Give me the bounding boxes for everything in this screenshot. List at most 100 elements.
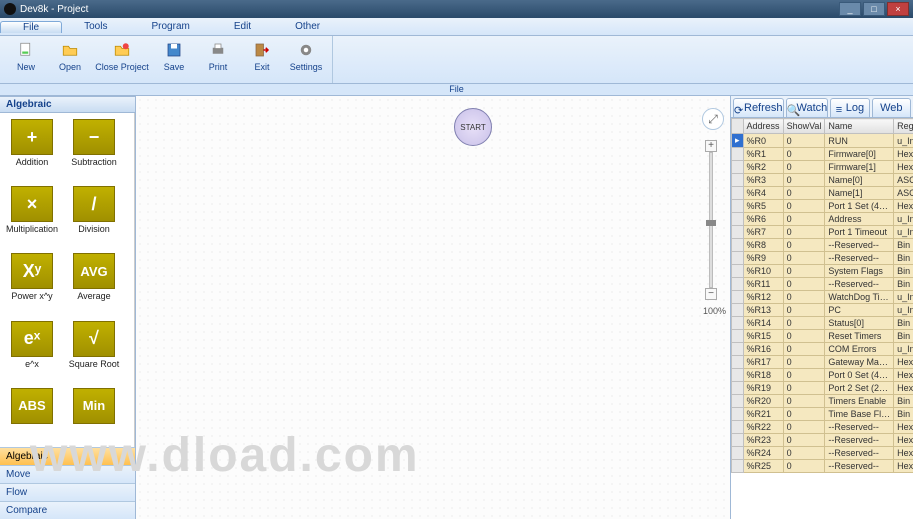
table-row[interactable]: %R40Name[1]ASCII <box>732 187 913 200</box>
cell-showval[interactable]: 0 <box>783 382 825 395</box>
cell-address[interactable]: %R19 <box>743 382 783 395</box>
cell-name[interactable]: --Reserved-- <box>825 421 894 434</box>
cell-name[interactable]: Port 2 Set (2… <box>825 382 894 395</box>
tab-watch[interactable]: 🔍Watch <box>786 98 829 117</box>
menu-file[interactable]: File <box>0 21 62 33</box>
save-button[interactable]: Save <box>152 38 196 81</box>
zoom-in-button[interactable]: + <box>705 140 717 152</box>
close-button[interactable]: × <box>887 2 909 16</box>
cell-address[interactable]: %R17 <box>743 356 783 369</box>
cell-name[interactable]: Firmware[0] <box>825 148 894 161</box>
cell-regtype[interactable]: u_Int <box>894 304 913 317</box>
cell-name[interactable]: Port 0 Set (4… <box>825 369 894 382</box>
cell-showval[interactable]: 0 <box>783 343 825 356</box>
print-button[interactable]: Print <box>196 38 240 81</box>
cell-regtype[interactable]: Bin <box>894 278 913 291</box>
cell-name[interactable]: --Reserved-- <box>825 434 894 447</box>
cell-name[interactable]: Port 1 Set (4… <box>825 200 894 213</box>
cell-regtype[interactable]: Hex <box>894 460 913 473</box>
cell-showval[interactable]: 0 <box>783 434 825 447</box>
cell-name[interactable]: Gateway Ma… <box>825 356 894 369</box>
cell-name[interactable]: --Reserved-- <box>825 447 894 460</box>
cell-showval[interactable]: 0 <box>783 187 825 200</box>
cell-name[interactable]: Address <box>825 213 894 226</box>
cell-address[interactable]: %R2 <box>743 161 783 174</box>
cell-showval[interactable]: 0 <box>783 226 825 239</box>
cell-regtype[interactable]: Hex <box>894 369 913 382</box>
table-row[interactable]: %R50Port 1 Set (4…Hex <box>732 200 913 213</box>
cell-regtype[interactable]: ASCII <box>894 187 913 200</box>
cell-showval[interactable]: 0 <box>783 460 825 473</box>
table-row[interactable]: %R120WatchDog Ti…u_Int <box>732 291 913 304</box>
cell-name[interactable]: Timers Enable <box>825 395 894 408</box>
cell-address[interactable]: %R5 <box>743 200 783 213</box>
table-row[interactable]: %R80--Reserved--Bin <box>732 239 913 252</box>
cell-address[interactable]: %R8 <box>743 239 783 252</box>
cell-name[interactable]: RUN <box>825 134 894 148</box>
cell-regtype[interactable]: u_Int <box>894 291 913 304</box>
category-item[interactable]: Compare <box>0 501 135 519</box>
cell-regtype[interactable]: ASCII <box>894 174 913 187</box>
cell-address[interactable]: %R18 <box>743 369 783 382</box>
table-row[interactable]: %R170Gateway Ma…Hex <box>732 356 913 369</box>
cell-address[interactable]: %R20 <box>743 395 783 408</box>
cell-address[interactable]: %R22 <box>743 421 783 434</box>
cell-showval[interactable]: 0 <box>783 239 825 252</box>
cell-showval[interactable]: 0 <box>783 304 825 317</box>
cell-name[interactable]: --Reserved-- <box>825 252 894 265</box>
cell-showval[interactable]: 0 <box>783 200 825 213</box>
palette-item[interactable]: eˣe^x <box>2 321 62 384</box>
cell-showval[interactable]: 0 <box>783 148 825 161</box>
category-item[interactable]: Flow <box>0 483 135 501</box>
cell-address[interactable]: %R24 <box>743 447 783 460</box>
cell-address[interactable]: %R14 <box>743 317 783 330</box>
cell-address[interactable]: %R4 <box>743 187 783 200</box>
zoom-out-button[interactable]: − <box>705 288 717 300</box>
menu-program[interactable]: Program <box>129 21 211 32</box>
cell-showval[interactable]: 0 <box>783 356 825 369</box>
cell-regtype[interactable]: Bin <box>894 395 913 408</box>
cell-address[interactable]: %R9 <box>743 252 783 265</box>
cell-regtype[interactable]: u_Int <box>894 134 913 148</box>
cell-regtype[interactable]: Bin <box>894 330 913 343</box>
cell-regtype[interactable]: Hex <box>894 447 913 460</box>
table-row[interactable]: %R130PCu_Int <box>732 304 913 317</box>
cell-regtype[interactable]: Hex <box>894 434 913 447</box>
cell-address[interactable]: %R23 <box>743 434 783 447</box>
cell-address[interactable]: %R7 <box>743 226 783 239</box>
table-row[interactable]: %R140Status[0]Bin <box>732 317 913 330</box>
fit-view-button[interactable]: ⤢ <box>702 108 724 130</box>
cell-showval[interactable]: 0 <box>783 161 825 174</box>
table-row[interactable]: %R250--Reserved--Hex <box>732 460 913 473</box>
tab-log[interactable]: ≡Log <box>830 98 869 117</box>
cell-address[interactable]: %R13 <box>743 304 783 317</box>
new-button[interactable]: New <box>4 38 48 81</box>
table-row[interactable]: %R190Port 2 Set (2…Hex <box>732 382 913 395</box>
cell-name[interactable]: System Flags <box>825 265 894 278</box>
cell-showval[interactable]: 0 <box>783 408 825 421</box>
cell-regtype[interactable]: Bin <box>894 265 913 278</box>
cell-showval[interactable]: 0 <box>783 447 825 460</box>
cell-showval[interactable]: 0 <box>783 174 825 187</box>
start-node[interactable]: START <box>454 108 492 146</box>
palette-item[interactable]: ×Multiplication <box>2 186 62 249</box>
cell-name[interactable]: Name[0] <box>825 174 894 187</box>
cell-showval[interactable]: 0 <box>783 395 825 408</box>
tab-web[interactable]: Web <box>872 98 911 117</box>
cell-regtype[interactable]: Hex <box>894 200 913 213</box>
zoom-track[interactable] <box>709 152 713 288</box>
palette-item[interactable]: /Division <box>64 186 124 249</box>
menu-other[interactable]: Other <box>273 21 342 32</box>
cell-address[interactable]: %R21 <box>743 408 783 421</box>
cell-address[interactable]: %R0 <box>743 134 783 148</box>
cell-address[interactable]: %R25 <box>743 460 783 473</box>
col-address[interactable]: Address <box>743 119 783 134</box>
col-name[interactable]: Name <box>825 119 894 134</box>
table-row[interactable]: %R110--Reserved--Bin <box>732 278 913 291</box>
table-row[interactable]: %R20Firmware[1]Hex <box>732 161 913 174</box>
cell-showval[interactable]: 0 <box>783 421 825 434</box>
cell-address[interactable]: %R6 <box>743 213 783 226</box>
palette-item[interactable]: XʸPower x^y <box>2 253 62 316</box>
cell-showval[interactable]: 0 <box>783 330 825 343</box>
cell-name[interactable]: Port 1 Timeout <box>825 226 894 239</box>
